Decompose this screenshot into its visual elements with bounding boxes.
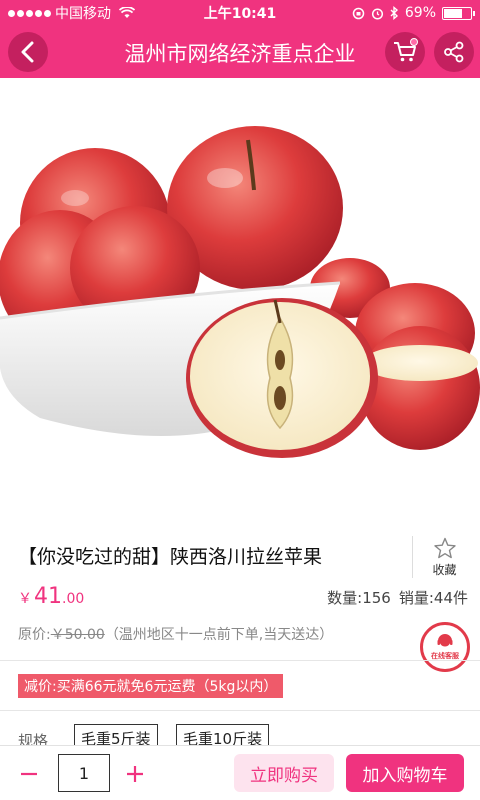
share-button[interactable] [434,32,474,72]
minus-icon [21,772,37,776]
decrease-quantity-button[interactable] [18,763,40,785]
divider [0,710,480,711]
status-left: 中国移动 [8,3,178,23]
product-title: 【你没吃过的甜】陕西洛川拉丝苹果 [18,545,323,568]
carrier-label: 中国移动 [55,6,111,22]
share-icon [444,41,464,63]
promo-banner: 减价:买满66元就免6元运费（5kg以内） [18,674,284,698]
quantity-stat: 数量:156 [327,589,391,607]
quantity-input[interactable]: 1 [58,754,110,792]
cart-button[interactable] [385,32,425,72]
cart-badge-dot [410,38,418,46]
battery-percent: 69% [404,5,436,21]
back-button[interactable] [8,32,48,72]
original-price: ￥50.00 [50,627,105,643]
online-service-label: 在线客服 [431,651,459,660]
online-service-button[interactable]: 在线客服 [420,622,470,672]
sales-stats: 数量:156 销量:44件 [327,587,468,608]
favorite-button[interactable]: 收藏 [412,536,476,578]
apples-illustration [0,126,480,458]
price-symbol: ￥ [18,591,32,607]
sales-stat: 销量:44件 [398,589,468,607]
wifi-icon [119,7,135,18]
price-row: ￥41.00 数量:156 销量:44件 [18,584,468,614]
increase-quantity-button[interactable] [124,763,146,785]
product-title-row: 【你没吃过的甜】陕西洛川拉丝苹果 收藏 [0,528,480,582]
star-icon [433,537,456,558]
buy-now-button[interactable]: 立即购买 [234,754,334,792]
battery-icon [442,6,475,20]
price-decimal: .00 [62,591,85,607]
bottom-action-bar: 1 立即购买 加入购物车 [0,745,480,800]
top-navbar: 温州市网络经济重点企业 [0,26,480,78]
delivery-note: （温州地区十一点前下单,当天送达） [104,627,334,643]
price-integer: 41 [34,584,62,609]
battery-fill [444,8,462,18]
status-right: 69% [302,5,475,21]
plus-icon [127,766,143,782]
orientation-lock-icon [352,7,365,19]
status-bar: 中国移动 上午10:41 69% [0,0,480,26]
bluetooth-icon [390,6,398,20]
original-price-label: 原价: [18,627,51,643]
product-image[interactable] [0,78,480,528]
signal-icon [8,9,51,17]
add-to-cart-button[interactable]: 加入购物车 [346,754,464,792]
status-time: 上午10:41 [203,6,277,22]
current-price: ￥41.00 [18,584,84,609]
customer-service-icon [437,633,453,646]
alarm-icon [371,7,383,20]
back-arrow-icon [21,41,34,63]
original-price-row: 原价:￥50.00（温州地区十一点前下单,当天送达） [18,624,478,644]
favorite-label: 收藏 [432,562,457,577]
divider [0,660,480,661]
